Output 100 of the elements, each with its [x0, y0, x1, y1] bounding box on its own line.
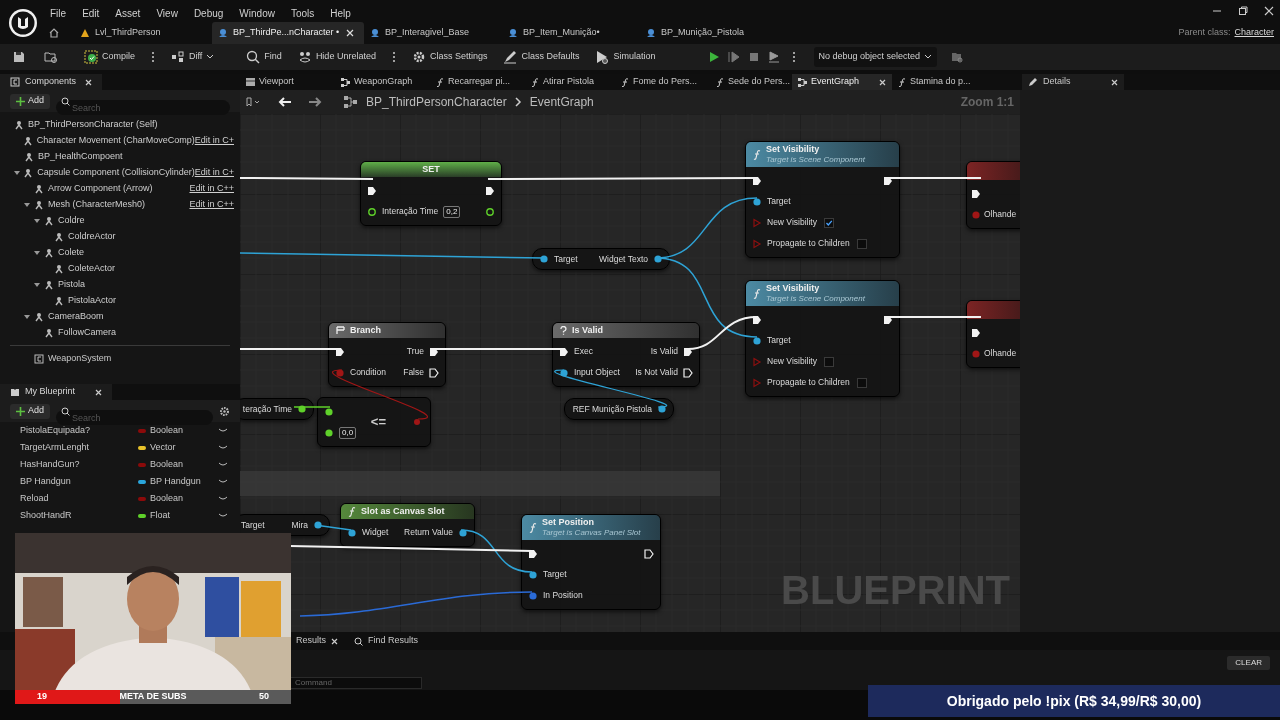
- variable-type[interactable]: BP Handgun: [150, 474, 218, 489]
- toolbar-button[interactable]: Find: [242, 47, 286, 67]
- graph-tab[interactable]: EventGraph: [792, 74, 892, 90]
- menu-item[interactable]: Asset: [109, 4, 147, 23]
- tree-item[interactable]: Colete: [58, 246, 234, 260]
- graph-node[interactable]: Set Visibility Target is Scene Component Target New Visibility Propagate to Children: [745, 280, 900, 397]
- pin-label: Target: [767, 334, 791, 347]
- tree-item[interactable]: Coldre: [58, 214, 234, 228]
- tree-item[interactable]: Arrow Component (Arrow): [48, 182, 190, 196]
- tree-item[interactable]: ColdreActor: [68, 230, 234, 244]
- graph-node[interactable]: Slot as Canvas Slot Widget Return Value: [340, 503, 475, 547]
- tree-item[interactable]: CameraBoom: [48, 310, 234, 324]
- checkbox[interactable]: [856, 377, 867, 388]
- variable-name[interactable]: BP Handgun: [20, 474, 138, 489]
- document-tab[interactable]: Lvl_ThirdPerson: [74, 22, 212, 44]
- graph-node[interactable]: Olhande: [966, 300, 1020, 368]
- menu-item[interactable]: Help: [324, 4, 357, 23]
- checkbox[interactable]: [856, 238, 867, 249]
- checkbox[interactable]: [823, 217, 834, 228]
- debug-object-dropdown[interactable]: No debug object selected: [813, 47, 938, 67]
- toolbar-button[interactable]: Diff: [167, 47, 219, 67]
- clear-button[interactable]: CLEAR: [1227, 656, 1270, 670]
- graph-node[interactable]: Olhande: [966, 161, 1020, 229]
- donation-banner: Obrigado pelo !pix (R$ 34,99/R$ 30,00): [868, 685, 1280, 717]
- menu-item[interactable]: Edit: [76, 4, 106, 23]
- menu-item[interactable]: View: [150, 4, 184, 23]
- variable-type[interactable]: Boolean: [150, 423, 218, 438]
- graph-node[interactable]: Target Mira: [240, 514, 330, 536]
- add-button[interactable]: Add: [10, 93, 50, 109]
- variable-type[interactable]: Float: [150, 508, 218, 523]
- value-field[interactable]: 0,2: [443, 205, 461, 218]
- tree-item[interactable]: Character Movement (CharMoveComp): [36, 134, 195, 148]
- graph-node[interactable]: Target Widget Texto: [532, 248, 670, 270]
- pin-label: In Position: [543, 589, 583, 602]
- parent-class-link[interactable]: Character: [1234, 26, 1274, 40]
- graph-node[interactable]: 0,0 <=: [317, 397, 431, 447]
- variable-type[interactable]: Boolean: [150, 491, 218, 506]
- tree-item[interactable]: Capsule Component (CollisionCylinder): [37, 166, 195, 180]
- menu-item[interactable]: Tools: [284, 4, 321, 23]
- variable-name[interactable]: ShootHandR: [20, 508, 138, 523]
- graph-tab[interactable]: Fome do Pers...: [615, 74, 710, 90]
- variable-name[interactable]: HasHandGun?: [20, 457, 138, 472]
- toolbar-button[interactable]: Compile: [80, 47, 139, 67]
- tree-item[interactable]: ColeteActor: [68, 262, 234, 276]
- panel-tab[interactable]: Components: [0, 74, 102, 90]
- variable-name[interactable]: TargetArmLenght: [20, 440, 138, 455]
- panel-tab[interactable]: Details: [1022, 74, 1124, 90]
- graph-node[interactable]: SET Interação Time 0,2: [360, 161, 502, 226]
- tree-item[interactable]: Mesh (CharacterMesh0): [48, 198, 190, 212]
- tree-item[interactable]: FollowCamera: [58, 326, 234, 340]
- search-field[interactable]: Search: [56, 100, 230, 115]
- variable-type[interactable]: Boolean: [150, 457, 218, 472]
- menu-item[interactable]: Window: [233, 4, 281, 23]
- blueprint-icon: [646, 28, 656, 38]
- document-tab[interactable]: BP_Item_Munição•: [502, 22, 640, 44]
- tree-item[interactable]: BP_HealthCompoent: [38, 150, 234, 164]
- document-tab[interactable]: BP_Munição_Pistola: [640, 22, 770, 44]
- graph-node[interactable]: Branch True Condition False: [328, 322, 446, 387]
- graph-node[interactable]: REF Munição Pistola: [564, 398, 674, 420]
- command-field[interactable]: Command: [290, 677, 422, 689]
- tree-item[interactable]: PistolaActor: [68, 294, 234, 308]
- graph-node[interactable]: Is Valid Exec Is Valid Input Object Is Not Valid: [552, 322, 700, 387]
- graph-tab[interactable]: Recarregar pi...: [430, 74, 525, 90]
- graph-tab[interactable]: Atirar Pistola: [525, 74, 615, 90]
- graph-tab[interactable]: WeaponGraph: [335, 74, 430, 90]
- edit-link[interactable]: Edit in C++: [189, 198, 234, 212]
- pin-label: Widget Texto: [599, 252, 648, 266]
- graph-tab[interactable]: Stamina do p...: [892, 74, 987, 90]
- document-tab[interactable]: BP_ThirdPe...nCharacter •: [212, 22, 364, 44]
- tree-item[interactable]: WeaponSystem: [48, 352, 112, 366]
- breadcrumb-item[interactable]: BP_ThirdPersonCharacter: [366, 93, 507, 111]
- component-icon: [44, 216, 54, 226]
- document-tab[interactable]: BP_Interagivel_Base: [364, 22, 502, 44]
- panel-tab[interactable]: Find Results: [350, 633, 423, 649]
- toolbar-button[interactable]: Class Settings: [407, 47, 492, 67]
- graph-node[interactable]: Set Position Target is Canvas Panel Slot Target In Position: [521, 514, 661, 610]
- variable-type[interactable]: Vector: [150, 440, 218, 455]
- graph-tab[interactable]: Viewport: [240, 74, 335, 90]
- add-button[interactable]: Add: [10, 403, 50, 419]
- pin-label: Target: [554, 252, 578, 266]
- edit-link[interactable]: Edit in C++: [189, 182, 234, 196]
- variable-name[interactable]: PistolaEquipada?: [20, 423, 138, 438]
- menu-item[interactable]: File: [44, 4, 73, 23]
- edit-link[interactable]: Edit in C+: [194, 134, 234, 148]
- graph-node[interactable]: Set Visibility Target is Scene Component Target New Visibility Propagate to Children: [745, 141, 900, 258]
- tree-item[interactable]: BP_ThirdPersonCharacter (Self): [28, 118, 234, 132]
- toolbar-button[interactable]: Hide Unrelated: [293, 47, 380, 67]
- variable-name[interactable]: Reload: [20, 491, 138, 506]
- checkbox[interactable]: [823, 356, 834, 367]
- graph-tab[interactable]: Sede do Pers...: [710, 74, 792, 90]
- toolbar-button[interactable]: Class Defaults: [499, 47, 584, 67]
- graph-node[interactable]: teração Time: [240, 398, 314, 420]
- menu-item[interactable]: Debug: [187, 4, 230, 23]
- toolbar-button[interactable]: Simulation: [591, 47, 660, 67]
- panel-tab[interactable]: My Blueprint: [0, 384, 112, 400]
- search-field[interactable]: Search: [56, 410, 213, 425]
- value-field[interactable]: 0,0: [339, 426, 357, 439]
- tree-item[interactable]: Pistola: [58, 278, 234, 292]
- breadcrumb-item[interactable]: EventGraph: [529, 93, 594, 111]
- panel-tab[interactable]: Results: [292, 633, 342, 649]
